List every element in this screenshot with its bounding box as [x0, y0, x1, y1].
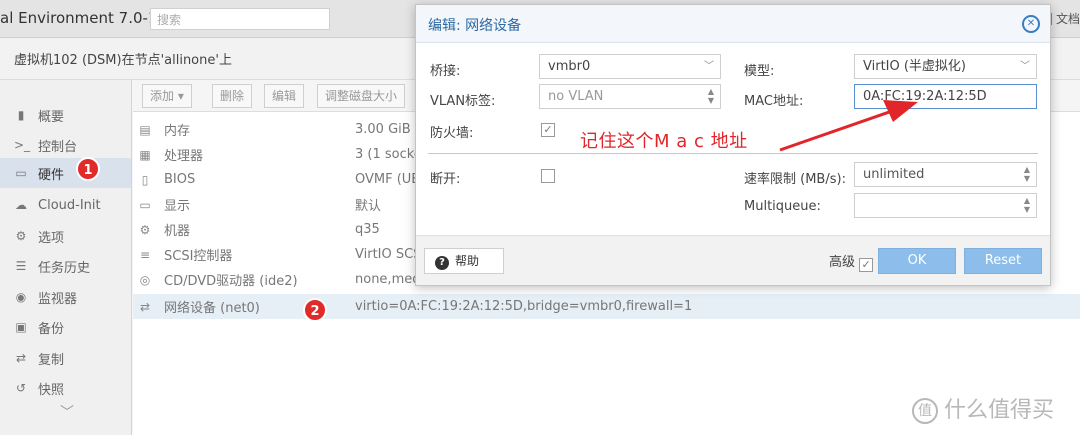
watermark-text: 什么值得买	[944, 398, 1055, 423]
watermark-logo-icon: 值	[912, 398, 938, 424]
annotation-arrow	[779, 100, 918, 152]
arrow-head	[883, 100, 918, 122]
annotation-note: 记住这个M a c 地址	[580, 131, 748, 152]
watermark: 值什么值得买	[912, 392, 1054, 424]
arrow-line	[779, 108, 896, 152]
